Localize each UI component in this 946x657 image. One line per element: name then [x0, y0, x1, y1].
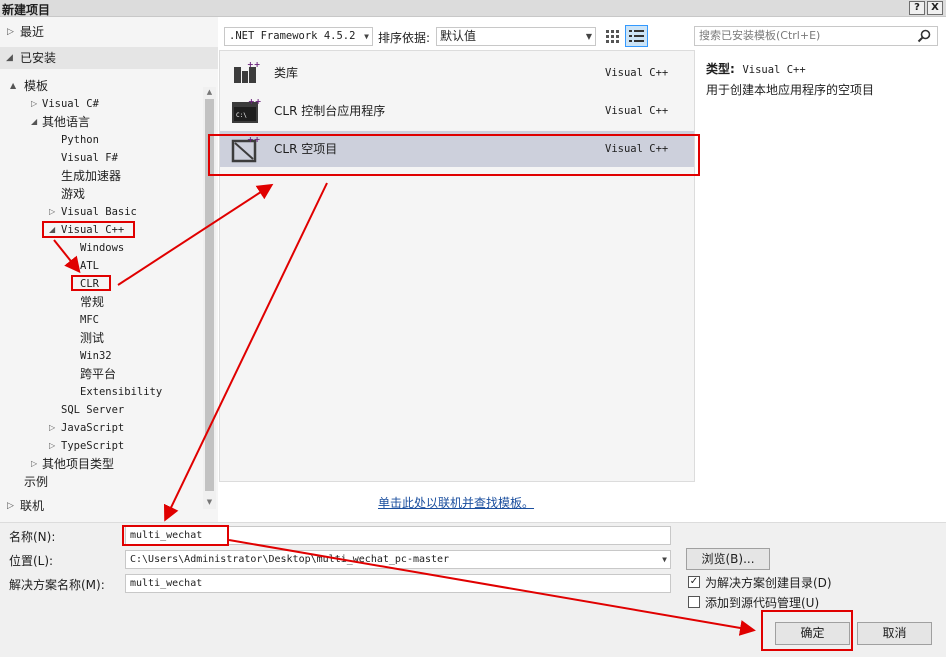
svg-text:++: ++: [247, 135, 260, 144]
list-view-button[interactable]: [625, 25, 648, 47]
class-library-icon: ++: [234, 60, 260, 83]
browse-button[interactable]: 浏览(B)...: [686, 548, 770, 570]
search-icon[interactable]: [917, 29, 931, 43]
expand-icon[interactable]: ▷: [49, 419, 55, 437]
template-language: Visual C++: [605, 143, 669, 155]
expand-icon[interactable]: ▷: [31, 455, 37, 473]
grid-view-icon: [606, 30, 619, 43]
tree-item-label: 模板: [24, 79, 49, 93]
scroll-up-icon[interactable]: ▲: [203, 87, 216, 97]
template-type: 类型: Visual C++: [706, 60, 806, 77]
template-language: Visual C++: [605, 105, 669, 117]
list-view-icon: [629, 30, 644, 42]
tree-item-label: MFC: [80, 314, 99, 326]
collapse-icon[interactable]: ◢: [49, 221, 55, 239]
template-list: ++ 类库 Visual C++ C:\ ++ CLR 控制台应用程序 Visu…: [219, 50, 695, 482]
tree-item-label: ATL: [80, 260, 99, 272]
expand-icon: ▷: [7, 501, 14, 511]
tree-item-label: Visual C++: [61, 224, 125, 236]
tree-item-label: 其他项目类型: [42, 457, 115, 471]
tree-item-label: Python: [61, 134, 99, 146]
create-directory-label: 为解决方案创建目录(D): [705, 576, 832, 590]
nav-recent-label: 最近: [20, 25, 45, 39]
expand-icon[interactable]: ▷: [31, 95, 37, 113]
framework-select[interactable]: .NET Framework 4.5.2 ▼: [224, 27, 373, 46]
sort-value: 默认值: [440, 29, 477, 43]
framework-value: .NET Framework 4.5.2: [229, 30, 356, 42]
tree-item-label: Visual C#: [42, 98, 99, 110]
tree-item-label: 测试: [80, 331, 105, 345]
search-input[interactable]: 搜索已安装模板(Ctrl+E): [694, 26, 938, 46]
online-templates-link[interactable]: 单击此处以联机并查找模板。: [378, 494, 534, 511]
type-value: Visual C++: [742, 64, 806, 76]
console-app-icon: C:\ ++: [232, 97, 261, 123]
tree-item-label: Win32: [80, 350, 112, 362]
name-label: 名称(N):: [9, 530, 56, 544]
tree-item-label: Windows: [80, 242, 125, 254]
template-name: CLR 空项目: [274, 142, 338, 156]
expand-icon: ▷: [7, 27, 14, 37]
tree-item-label: Visual Basic: [61, 206, 137, 218]
tree-scrollbar[interactable]: ▲ ▼: [203, 87, 216, 509]
collapse-icon: ◢: [6, 53, 13, 63]
title-bar: 新建项目 ? X: [0, 0, 946, 17]
close-button[interactable]: X: [927, 1, 943, 15]
chevron-down-icon: ▼: [585, 32, 592, 41]
expand-icon[interactable]: ▷: [49, 437, 55, 455]
tree-item-label: 游戏: [61, 187, 86, 201]
empty-project-icon: ++: [231, 135, 260, 163]
template-item-clr-console[interactable]: C:\ ++ CLR 控制台应用程序 Visual C++: [220, 93, 694, 129]
tree-item-label: Extensibility: [80, 386, 163, 398]
location-label: 位置(L):: [9, 554, 54, 568]
template-description: 用于创建本地应用程序的空项目: [706, 83, 875, 97]
help-button[interactable]: ?: [909, 1, 925, 15]
tree-item-label: CLR: [80, 278, 99, 290]
project-name-input[interactable]: multi_wechat: [125, 526, 671, 545]
nav-installed-label: 已安装: [20, 51, 57, 65]
cancel-button[interactable]: 取消: [857, 622, 932, 645]
template-category-panel: ▷ 最近 ◢ 已安装 ▲ 模板 ▷ Visual C# ◢ 其他语言 Python Visua…: [0, 17, 218, 522]
ok-button[interactable]: 确定: [775, 622, 850, 645]
collapse-icon[interactable]: ▲: [10, 77, 16, 95]
tree-item-label: Visual F#: [61, 152, 118, 164]
source-control-checkbox[interactable]: [688, 596, 700, 608]
template-language: Visual C++: [605, 67, 669, 79]
svg-text:C:\: C:\: [236, 112, 247, 119]
nav-installed[interactable]: ◢ 已安装: [0, 47, 218, 69]
tree-item-label: 其他语言: [42, 115, 91, 129]
chevron-down-icon[interactable]: ▼: [662, 551, 667, 568]
window-title: 新建项目: [2, 3, 51, 17]
tree-item-label: SQL Server: [61, 404, 125, 416]
tree-item-label: 跨平台: [80, 367, 117, 381]
create-directory-checkbox[interactable]: ✓: [688, 576, 700, 588]
sort-label: 排序依据:: [378, 31, 431, 45]
location-input[interactable]: C:\Users\Administrator\Desktop\multi_wec…: [125, 550, 671, 569]
solution-name-label: 解决方案名称(M):: [9, 578, 105, 592]
source-control-label: 添加到源代码管理(U): [705, 596, 820, 610]
tree-item-label: JavaScript: [61, 422, 125, 434]
svg-text:++: ++: [247, 60, 260, 69]
template-name: CLR 控制台应用程序: [274, 104, 386, 118]
sort-select[interactable]: 默认值 ▼: [436, 27, 596, 46]
scroll-down-icon[interactable]: ▼: [203, 497, 216, 507]
expand-icon[interactable]: ▷: [49, 203, 55, 221]
scroll-thumb[interactable]: [205, 99, 214, 491]
tree-item-label: 生成加速器: [61, 169, 122, 183]
solution-name-input[interactable]: multi_wechat: [125, 574, 671, 593]
tree-item-label: 常规: [80, 295, 105, 309]
location-value: C:\Users\Administrator\Desktop\multi_wec…: [130, 554, 450, 565]
template-name: 类库: [274, 66, 299, 80]
template-item-clr-empty[interactable]: ++ CLR 空项目 Visual C++: [220, 131, 694, 167]
type-label: 类型:: [706, 62, 735, 76]
grid-view-button[interactable]: [601, 26, 623, 47]
tree-item-label: TypeScript: [61, 440, 125, 452]
chevron-down-icon: ▼: [364, 32, 369, 41]
collapse-icon[interactable]: ◢: [31, 113, 37, 131]
template-item-class-library[interactable]: ++ 类库 Visual C++: [220, 55, 694, 91]
nav-online-label: 联机: [20, 499, 45, 513]
search-placeholder: 搜索已安装模板(Ctrl+E): [699, 29, 821, 42]
tree-item-label: 示例: [24, 475, 49, 489]
svg-text:++: ++: [248, 97, 261, 106]
